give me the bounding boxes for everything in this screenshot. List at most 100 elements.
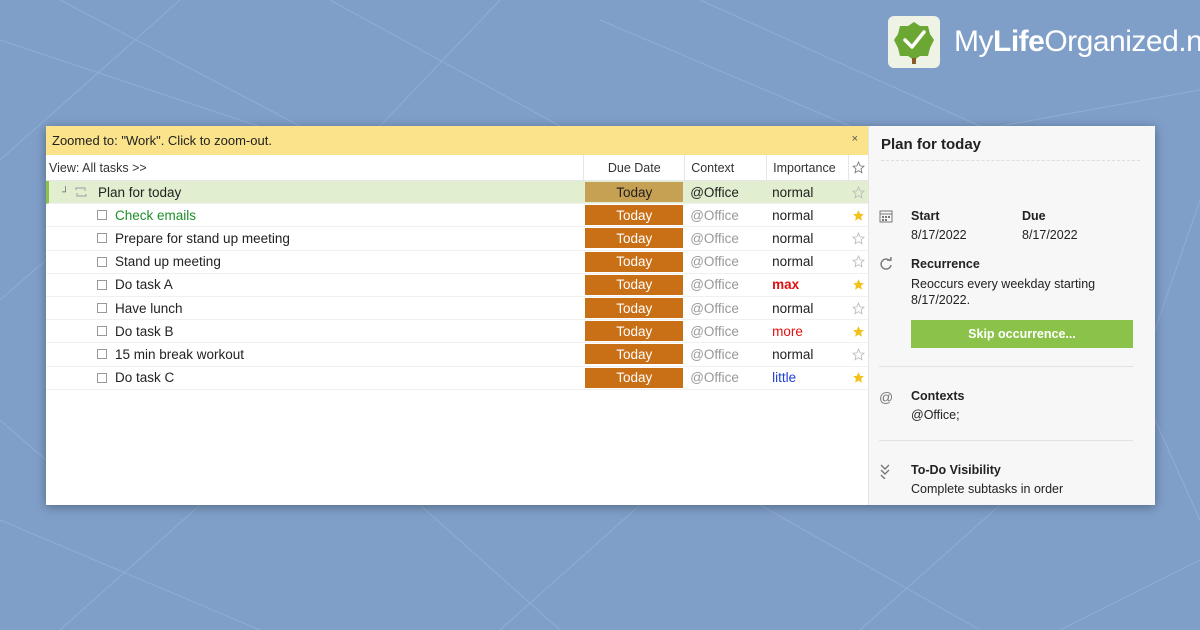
checkbox[interactable] <box>97 279 107 290</box>
zoom-bar[interactable]: Zoomed to: "Work". Click to zoom-out. × <box>46 126 868 155</box>
importance-cell[interactable]: normal <box>772 185 813 200</box>
checkbox[interactable] <box>97 303 107 314</box>
due-label: Due <box>1022 209 1046 223</box>
importance-cell[interactable]: more <box>772 324 803 339</box>
tree-check-icon <box>888 16 940 68</box>
start-value[interactable]: 8/17/2022 <box>911 228 1022 242</box>
task-list: Check emails Today @Office normal Prepare fo… <box>46 204 868 390</box>
importance-cell[interactable]: normal <box>772 254 813 269</box>
context-header[interactable]: Context <box>684 155 766 180</box>
context-cell[interactable]: @Office <box>690 370 739 385</box>
task-name[interactable]: Have lunch <box>115 301 183 316</box>
double-chevron-down-icon <box>879 463 895 480</box>
importance-header[interactable]: Importance <box>766 155 848 180</box>
task-row[interactable]: Have lunch Today @Office normal <box>46 297 868 321</box>
visibility-section: To-Do Visibility Complete subtasks in or… <box>879 463 1133 496</box>
context-cell[interactable]: @Office <box>690 185 739 200</box>
divider <box>879 366 1133 367</box>
importance-cell[interactable]: normal <box>772 301 813 316</box>
brand: MyLifeOrganized.net <box>888 16 1200 68</box>
contexts-value[interactable]: @Office; <box>911 408 1133 422</box>
visibility-value[interactable]: Complete subtasks in order <box>911 482 1133 496</box>
checkbox[interactable] <box>97 349 107 360</box>
star-outline-icon[interactable] <box>848 297 868 319</box>
star-outline-icon[interactable] <box>848 181 868 203</box>
star-filled-icon[interactable] <box>848 320 868 342</box>
brand-name: MyLifeOrganized.net <box>954 25 1200 58</box>
parent-task-row[interactable]: ┘ Plan for today Today @Office normal <box>46 181 868 205</box>
column-header: View: All tasks >> Due Date Context Impo… <box>46 155 868 181</box>
context-cell[interactable]: @Office <box>690 208 739 223</box>
context-cell[interactable]: @Office <box>690 231 739 246</box>
checkbox[interactable] <box>97 233 107 244</box>
task-name[interactable]: Do task A <box>115 277 173 292</box>
at-sign-icon: @ <box>879 389 894 405</box>
recurrence-label: Recurrence <box>911 257 980 271</box>
task-name[interactable]: Stand up meeting <box>115 254 221 269</box>
context-cell[interactable]: @Office <box>690 324 739 339</box>
task-name[interactable]: Check emails <box>115 208 196 223</box>
checkbox[interactable] <box>97 210 107 221</box>
due-value[interactable]: 8/17/2022 <box>1022 228 1133 242</box>
due-date-cell[interactable]: Today <box>585 298 684 319</box>
context-cell[interactable]: @Office <box>690 347 739 362</box>
star-filled-icon[interactable] <box>848 274 868 296</box>
star-outline-icon[interactable] <box>848 227 868 249</box>
importance-cell[interactable]: normal <box>772 208 813 223</box>
app-window: Zoomed to: "Work". Click to zoom-out. × … <box>46 126 1155 505</box>
task-name[interactable]: Do task C <box>115 370 174 385</box>
refresh-icon <box>879 257 895 273</box>
divider <box>879 440 1133 441</box>
due-date-header[interactable]: Due Date <box>583 155 684 180</box>
task-row[interactable]: 15 min break workout Today @Office normal <box>46 343 868 367</box>
zoom-bar-text: Zoomed to: "Work". Click to zoom-out. <box>52 133 272 148</box>
view-selector[interactable]: View: All tasks >> <box>46 155 583 180</box>
contexts-label: Contexts <box>911 389 965 403</box>
star-outline-icon[interactable] <box>848 251 868 273</box>
details-title: Plan for today <box>881 136 1140 161</box>
recurrence-text[interactable]: Reoccurs every weekday starting 8/17/202… <box>911 276 1111 308</box>
star-outline-icon[interactable] <box>848 155 868 180</box>
checkbox[interactable] <box>97 372 107 383</box>
due-date-cell[interactable]: Today <box>585 228 684 249</box>
task-row[interactable]: Do task C Today @Office little <box>46 367 868 390</box>
due-date-cell[interactable]: Today <box>585 344 684 365</box>
star-outline-icon[interactable] <box>848 343 868 365</box>
task-row[interactable]: Prepare for stand up meeting Today @Office… <box>46 227 868 251</box>
task-name[interactable]: 15 min break workout <box>115 347 244 362</box>
checkbox[interactable] <box>97 256 107 267</box>
due-date-cell[interactable]: Today <box>585 321 684 342</box>
start-label: Start <box>911 209 940 223</box>
task-row[interactable]: Do task A Today @Office max <box>46 274 868 297</box>
task-row[interactable]: Check emails Today @Office normal <box>46 204 868 228</box>
due-date-cell[interactable]: Today <box>585 182 684 203</box>
recurrence-icon <box>74 186 92 198</box>
collapse-icon[interactable]: ┘ <box>62 187 74 198</box>
importance-cell[interactable]: normal <box>772 231 813 246</box>
due-date-cell[interactable]: Today <box>585 205 684 226</box>
task-row[interactable]: Stand up meeting Today @Office normal <box>46 251 868 274</box>
context-cell[interactable]: @Office <box>690 277 739 292</box>
task-row[interactable]: Do task B Today @Office more <box>46 320 868 344</box>
close-icon[interactable]: × <box>852 133 858 145</box>
checkbox[interactable] <box>97 326 107 337</box>
importance-cell[interactable]: little <box>772 370 796 385</box>
context-cell[interactable]: @Office <box>690 254 739 269</box>
dates-section: Start 8/17/2022 Due 8/17/2022 <box>879 209 1133 242</box>
star-filled-icon[interactable] <box>848 204 868 226</box>
task-list-pane: Zoomed to: "Work". Click to zoom-out. × … <box>46 126 869 505</box>
due-date-cell[interactable]: Today <box>585 367 684 388</box>
importance-cell[interactable]: normal <box>772 347 813 362</box>
importance-cell[interactable]: max <box>772 277 799 292</box>
task-name[interactable]: Plan for today <box>98 185 181 200</box>
task-name[interactable]: Do task B <box>115 324 174 339</box>
details-pane: Plan for today Start 8/17/2022 Due 8/17/… <box>869 126 1155 505</box>
recurrence-section: Recurrence Reoccurs every weekday starti… <box>879 257 1133 308</box>
calendar-icon <box>879 209 895 225</box>
task-name[interactable]: Prepare for stand up meeting <box>115 231 290 246</box>
context-cell[interactable]: @Office <box>690 301 739 316</box>
due-date-cell[interactable]: Today <box>585 274 684 295</box>
skip-occurrence-button[interactable]: Skip occurrence... <box>911 320 1133 348</box>
star-filled-icon[interactable] <box>848 367 868 389</box>
due-date-cell[interactable]: Today <box>585 251 684 272</box>
